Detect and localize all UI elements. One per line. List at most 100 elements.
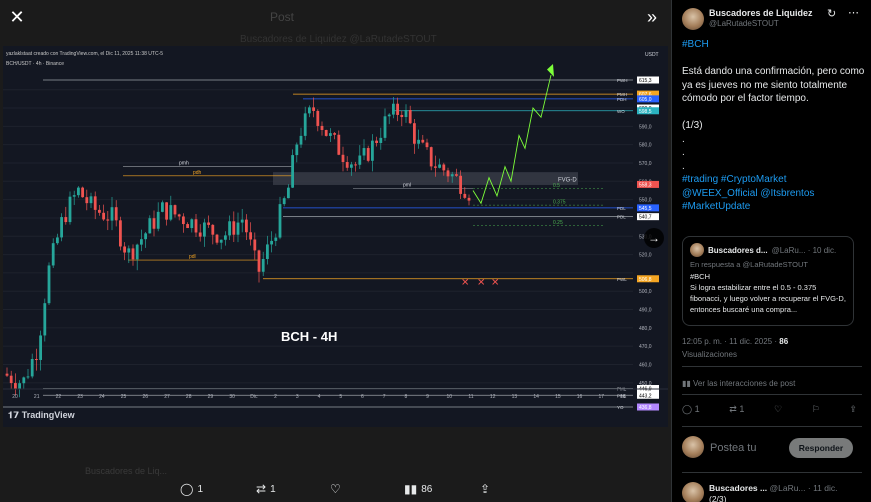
candle-body [207,222,210,225]
tradingview-icon: 𝟏𝟳 [8,410,22,420]
price-tag: 540,7 [639,215,652,221]
candle-body [169,205,173,220]
time-tick: 3 [296,394,299,400]
candle-body [182,216,185,225]
fvg-zone [273,172,578,185]
candle-body [123,246,126,253]
like-button[interactable]: ♡ [774,404,782,415]
share-button[interactable]: ⇪ [849,404,857,415]
hashtag-line[interactable]: #trading #CryptoMarket [682,173,867,187]
post-interactions-link[interactable]: ▮▮ Ver las interacciones de post [682,379,795,388]
fib-label: 0.25 [553,220,563,226]
author-name[interactable]: Buscadores de Liquidez [709,8,813,18]
post-timestamp[interactable]: 12:05 p. m. · 11 dic. 2025 · 86 [682,337,788,346]
candle-body [434,166,437,168]
chart-overlay-title: BCH - 4H [281,329,338,344]
chart-image[interactable]: FVG-D pmh pdh pdl pml 0.5 0.375 0.25 ✕ ✕ ✕ USDT PWH 6… [3,46,668,427]
candle-body [287,187,290,199]
currency-label: USDT [645,52,659,58]
candle-body [383,116,387,138]
bookmark-icon: ⚐ [811,404,820,414]
price-tag: 506,8 [639,277,652,283]
repost-button[interactable]: ⇄ 1 [729,404,744,415]
candle-body [56,237,59,244]
quoted-author-name: Buscadores d... [708,245,768,255]
viewer-reply-count: 1 [197,483,203,495]
time-tick: 20 [12,394,18,400]
mention-line[interactable]: @WEEX_Official @Itsbrentos [682,187,867,201]
price-tag: 558,3 [639,182,652,188]
candle-body [240,219,244,223]
candle-body [135,244,139,260]
candle-body [282,198,286,205]
more-icon[interactable]: ⋯ [848,6,859,19]
level-tag: WO [617,109,625,114]
grok-icon[interactable]: ↻ [827,7,836,20]
level-tag: PWL [617,277,627,282]
candle-body [148,218,152,234]
quoted-post[interactable]: Buscadores d... @LaRu... · 10 dic. En re… [682,236,854,326]
viewer-reply-button[interactable]: ◯ 1 [180,482,203,496]
time-tick: 25 [121,394,127,400]
author-handle[interactable]: @LaRutadeSTOUT [709,19,779,28]
candle-body [219,239,223,243]
candle-body [274,237,278,241]
hashtag-line[interactable]: #MarketUpdate [682,200,867,214]
user-avatar[interactable] [682,436,704,458]
candle-body [442,164,446,171]
viewer-share-button[interactable]: ⇪ [480,482,490,496]
candle-body [337,134,341,155]
post-line: . [682,147,685,158]
candle-body [312,107,315,111]
time-tick: 2 [274,394,277,400]
candle-body [438,164,441,168]
candle-body [341,154,345,163]
candle-body [278,204,282,238]
reply-button[interactable]: ◯ 1 [682,404,700,415]
candle-body [93,196,97,210]
candle-body [22,377,26,384]
avatar[interactable] [682,8,704,30]
candle-body [211,224,215,235]
invalidation-x-marker: ✕ [461,278,469,289]
quoted-reply-to: En respuesta a @LaRutadeSTOUT [690,260,808,269]
background-post-author: Buscadores de Liquidez @LaRutadeSTOUT [240,34,437,45]
time-tick: 14 [533,394,539,400]
divider [682,472,862,473]
quoted-post-header: Buscadores d... @LaRu... · 10 dic. [690,243,846,257]
candle-body [68,196,72,223]
candle-body [47,265,51,304]
candle-body [446,170,450,177]
viewer-views-button[interactable]: ▮▮ 86 [404,482,432,496]
viewer-like-button[interactable]: ♡ [330,482,341,496]
post-views-count: 86 [779,337,789,346]
candle-body [131,248,135,260]
post-line[interactable]: #BCH [682,38,867,52]
candle-body [18,383,21,389]
price-tick: 460,0 [639,362,652,368]
heart-icon: ♡ [330,482,341,496]
reply-submit-button[interactable]: Responder [789,438,853,458]
divider [682,366,862,367]
candle-body [392,103,395,115]
candle-body [371,140,374,161]
thread-avatar[interactable] [682,482,704,502]
candle-body [43,303,47,336]
close-icon[interactable]: ✕ [6,6,28,28]
candle-body [459,175,462,194]
candle-body [291,155,294,188]
viewer-repost-button[interactable]: ⇄ 1 [256,482,276,496]
chevrons-right-icon[interactable]: » [641,6,663,28]
price-tag: 436,8 [639,405,652,411]
repost-icon: ⇄ [729,404,737,414]
candle-body [152,218,156,229]
thread-reply-author[interactable]: Buscadores ... @LaRu... · 11 dic. [709,483,837,493]
reply-input[interactable]: Postea tu [710,442,756,454]
candle-body [165,202,168,220]
candle-body [333,133,336,135]
candle-body [14,383,17,389]
next-image-arrow-icon[interactable]: → [644,228,664,248]
heart-icon: ♡ [773,404,783,414]
candle-body [345,162,349,168]
bookmark-button[interactable]: ⚐ [812,404,820,415]
